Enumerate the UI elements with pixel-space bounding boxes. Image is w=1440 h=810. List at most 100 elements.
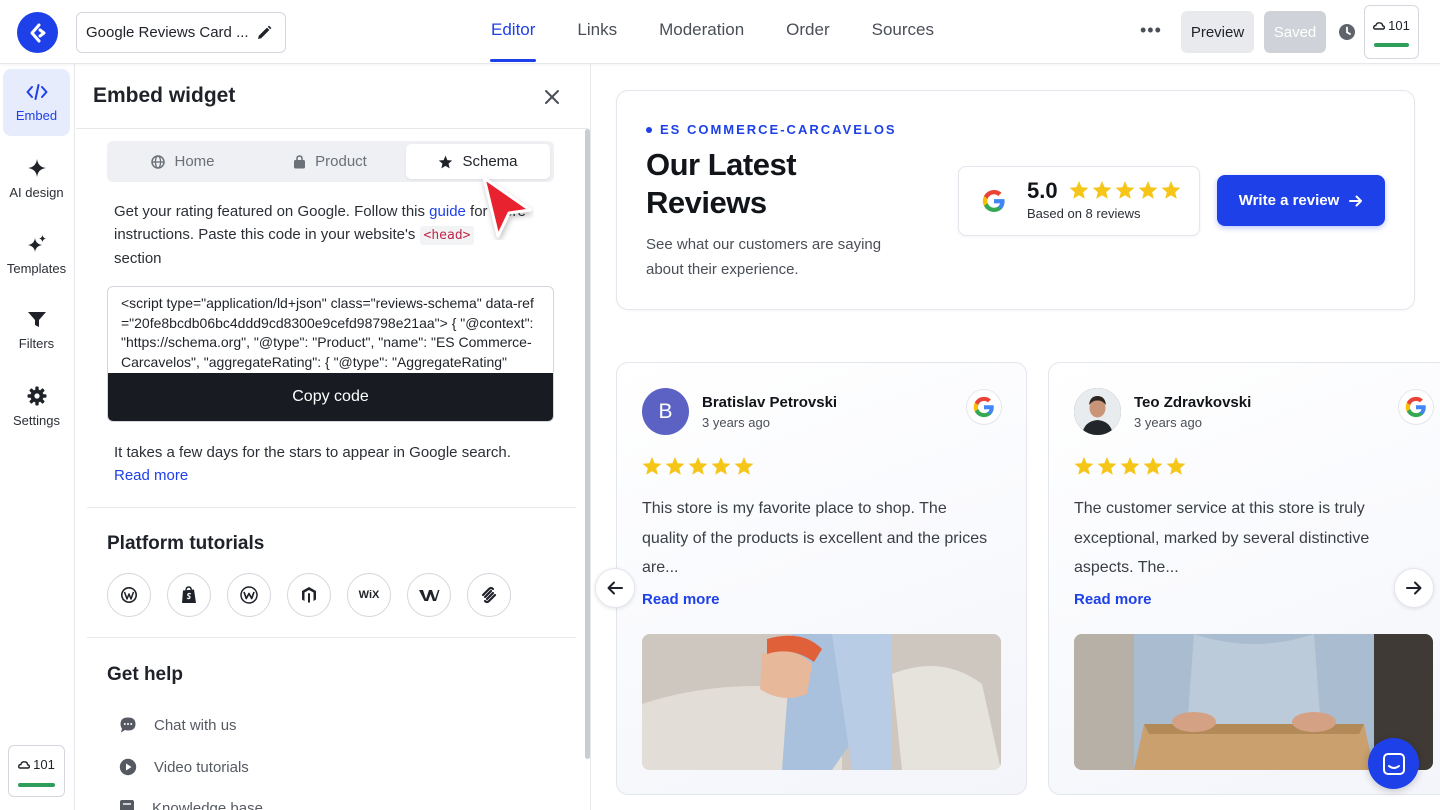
avatar-initial: B bbox=[658, 399, 673, 423]
review-source-badge bbox=[966, 389, 1002, 425]
webflow-logo bbox=[240, 586, 258, 604]
review-card: B Bratislav Petrovski 3 years ago This s… bbox=[616, 362, 1027, 795]
book-icon bbox=[120, 800, 134, 810]
section-divider bbox=[87, 637, 576, 638]
review-date: 3 years ago bbox=[1134, 415, 1202, 430]
tab-sources[interactable]: Sources bbox=[851, 0, 955, 64]
left-rail: Embed AI design Templates Filters Settin… bbox=[0, 64, 75, 810]
squarespace-icon[interactable] bbox=[467, 573, 511, 617]
head-tag-code: <head> bbox=[419, 226, 475, 245]
review-photo-image bbox=[642, 634, 1001, 770]
saved-button[interactable]: Saved bbox=[1264, 11, 1326, 53]
top-bar: Google Reviews Card ... Editor Links Mod… bbox=[0, 0, 1440, 64]
rail-credits-indicator[interactable]: 101 bbox=[8, 745, 65, 797]
globe-icon bbox=[151, 154, 166, 169]
help-chat-with-us[interactable]: Chat with us bbox=[119, 716, 237, 734]
avatar: B bbox=[642, 388, 689, 435]
pencil-icon[interactable] bbox=[255, 24, 273, 42]
avatar bbox=[1074, 388, 1121, 435]
rail-item-embed[interactable]: Embed bbox=[3, 69, 70, 136]
write-review-label: Write a review bbox=[1238, 192, 1340, 209]
rail-item-templates[interactable]: Templates bbox=[3, 221, 70, 288]
guide-link[interactable]: guide bbox=[429, 203, 466, 220]
business-name-text: ES COMMERCE-CARCAVELOS bbox=[660, 122, 897, 137]
app-logo[interactable] bbox=[17, 12, 58, 53]
help-video-tutorials[interactable]: Video tutorials bbox=[119, 758, 249, 776]
stars-note: It takes a few days for the stars to app… bbox=[114, 441, 554, 487]
help-knowledge-base[interactable]: Knowledge base bbox=[119, 799, 263, 810]
support-chat-button[interactable] bbox=[1368, 738, 1419, 789]
instructions-post: section bbox=[114, 250, 162, 267]
review-text: This store is my favorite place to shop.… bbox=[642, 500, 988, 576]
tab-editor[interactable]: Editor bbox=[470, 0, 556, 64]
rail-credits-bar bbox=[18, 783, 55, 787]
segment-product[interactable]: Product bbox=[257, 144, 403, 179]
panel-scrollbar[interactable] bbox=[585, 129, 590, 759]
gear-icon bbox=[27, 386, 46, 405]
stars-note-text: It takes a few days for the stars to app… bbox=[114, 444, 511, 461]
arrow-right-icon bbox=[1406, 581, 1422, 595]
copy-code-button[interactable]: Copy code bbox=[108, 373, 553, 421]
wix-studio-icon[interactable] bbox=[407, 573, 451, 617]
help-video-label: Video tutorials bbox=[154, 758, 249, 776]
segment-home-label: Home bbox=[174, 153, 215, 170]
wordpress-icon[interactable] bbox=[107, 573, 151, 617]
review-stars bbox=[642, 457, 754, 475]
avatar-photo bbox=[1074, 388, 1121, 435]
sparkles-icon bbox=[27, 234, 46, 252]
carousel-prev-button[interactable] bbox=[595, 568, 635, 608]
segment-home[interactable]: Home bbox=[110, 144, 256, 179]
main-nav: Editor Links Moderation Order Sources bbox=[470, 0, 955, 64]
tab-order[interactable]: Order bbox=[765, 0, 850, 64]
squarespace-logo bbox=[481, 586, 497, 604]
reviewer-name: Bratislav Petrovski bbox=[702, 394, 838, 411]
preview-button[interactable]: Preview bbox=[1181, 11, 1254, 53]
credits-bar bbox=[1374, 43, 1409, 47]
shopify-logo bbox=[182, 586, 196, 603]
write-review-button[interactable]: Write a review bbox=[1217, 175, 1385, 226]
shopify-icon[interactable] bbox=[167, 573, 211, 617]
carousel-next-button[interactable] bbox=[1394, 568, 1434, 608]
reviews-heading: Our Latest Reviews bbox=[646, 147, 797, 220]
based-on-count: Based on 8 reviews bbox=[1027, 206, 1141, 221]
help-knowledge-label: Knowledge base bbox=[152, 799, 263, 810]
credits-indicator[interactable]: 101 bbox=[1364, 5, 1419, 59]
review-text: The customer service at this store is tr… bbox=[1074, 500, 1370, 576]
schema-code[interactable]: <script type="application/ld+json" class… bbox=[108, 287, 553, 375]
rail-label-settings: Settings bbox=[13, 412, 60, 428]
rail-item-ai-design[interactable]: AI design bbox=[3, 145, 70, 212]
bag-icon bbox=[294, 154, 306, 168]
rail-credits-value: 101 bbox=[33, 757, 55, 772]
webflow-icon[interactable] bbox=[227, 573, 271, 617]
review-read-more[interactable]: Read more bbox=[642, 591, 720, 608]
get-help-title: Get help bbox=[107, 664, 184, 685]
google-icon bbox=[982, 190, 1005, 212]
wix-icon[interactable]: WiX bbox=[347, 573, 391, 617]
logo-icon bbox=[30, 23, 45, 42]
segment-product-label: Product bbox=[315, 153, 367, 170]
reviewer-name: Teo Zdravkovski bbox=[1134, 394, 1252, 411]
business-name: ES COMMERCE-CARCAVELOS bbox=[646, 122, 897, 137]
segment-schema-label: Schema bbox=[462, 153, 518, 170]
google-icon bbox=[973, 396, 994, 418]
chat-widget-icon bbox=[1382, 752, 1405, 775]
history-clock-icon[interactable] bbox=[1338, 23, 1356, 41]
read-more-link[interactable]: Read more bbox=[114, 467, 188, 484]
rail-item-settings[interactable]: Settings bbox=[3, 373, 70, 440]
widget-title-field[interactable]: Google Reviews Card ... bbox=[76, 12, 286, 53]
more-dots-icon[interactable]: ••• bbox=[1140, 20, 1162, 41]
review-read-more[interactable]: Read more bbox=[1074, 591, 1152, 608]
tab-links[interactable]: Links bbox=[556, 0, 638, 64]
rail-label-ai-design: AI design bbox=[9, 184, 64, 200]
close-icon[interactable] bbox=[542, 87, 562, 107]
rail-label-embed: Embed bbox=[15, 107, 58, 123]
magento-logo bbox=[302, 587, 316, 603]
sparkle-icon bbox=[27, 158, 46, 177]
review-photo[interactable] bbox=[642, 634, 1001, 770]
wix-studio-logo bbox=[419, 590, 440, 601]
schema-code-box[interactable]: <script type="application/ld+json" class… bbox=[107, 286, 554, 422]
magento-icon[interactable] bbox=[287, 573, 331, 617]
rail-item-filters[interactable]: Filters bbox=[3, 297, 70, 364]
tab-moderation[interactable]: Moderation bbox=[638, 0, 765, 64]
panel-header-divider bbox=[76, 128, 588, 129]
